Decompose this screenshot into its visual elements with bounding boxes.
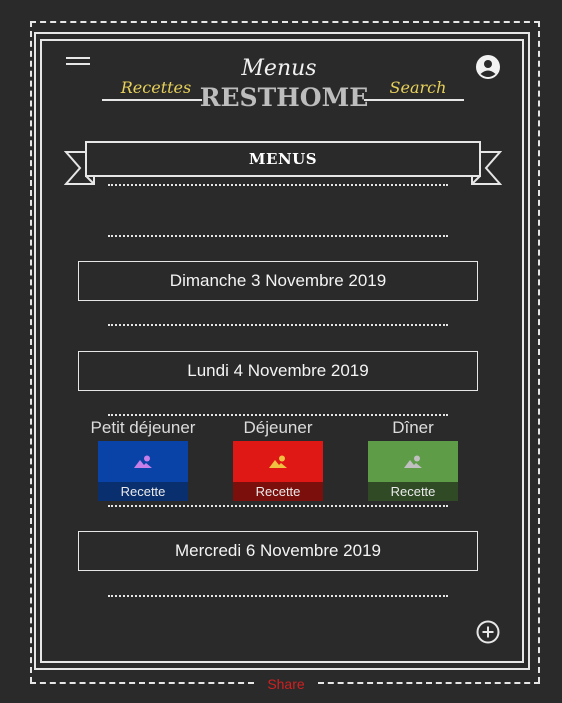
image-icon: [269, 455, 287, 468]
app-title: RESTHOME: [199, 83, 369, 112]
dotted-divider: [108, 505, 448, 507]
recipe-label: Recette: [233, 482, 323, 501]
dotted-divider: [108, 595, 448, 597]
day-row[interactable]: Dimanche 3 Novembre 2019: [78, 261, 478, 301]
image-icon: [134, 455, 152, 468]
header-rule-right: [364, 99, 464, 101]
meal-label-breakfast: Petit déjeuner: [90, 418, 196, 437]
bottom-dashed-rule-left: [30, 682, 254, 684]
image-icon: [404, 455, 422, 468]
hamburger-icon[interactable]: [66, 57, 90, 69]
account-circle-icon[interactable]: [475, 54, 501, 80]
dotted-divider: [108, 324, 448, 326]
header-script-title: Menus: [241, 56, 317, 81]
share-link[interactable]: Share: [254, 676, 318, 692]
meal-label-lunch: Déjeuner: [243, 418, 313, 437]
nav-search-link[interactable]: Search: [380, 78, 456, 97]
header-rule-left: [102, 99, 202, 101]
dotted-divider: [108, 235, 448, 237]
meal-label-dinner: Dîner: [392, 418, 434, 437]
card-image: [368, 441, 458, 482]
day-row[interactable]: Mercredi 6 Novembre 2019: [78, 531, 478, 571]
recipe-card-breakfast[interactable]: Recette: [98, 441, 188, 501]
recipe-card-dinner[interactable]: Recette: [368, 441, 458, 501]
bottom-dashed-rule-right: [318, 682, 540, 684]
add-circle-icon[interactable]: [476, 620, 500, 644]
recipe-label: Recette: [368, 482, 458, 501]
day-row[interactable]: Lundi 4 Novembre 2019: [78, 351, 478, 391]
dotted-divider: [108, 184, 448, 186]
card-image: [233, 441, 323, 482]
recipe-card-lunch[interactable]: Recette: [233, 441, 323, 501]
recipe-label: Recette: [98, 482, 188, 501]
nav-recettes-link[interactable]: Recettes: [116, 78, 196, 97]
section-title: MENUS: [248, 150, 318, 168]
dotted-divider: [108, 414, 448, 416]
card-image: [98, 441, 188, 482]
